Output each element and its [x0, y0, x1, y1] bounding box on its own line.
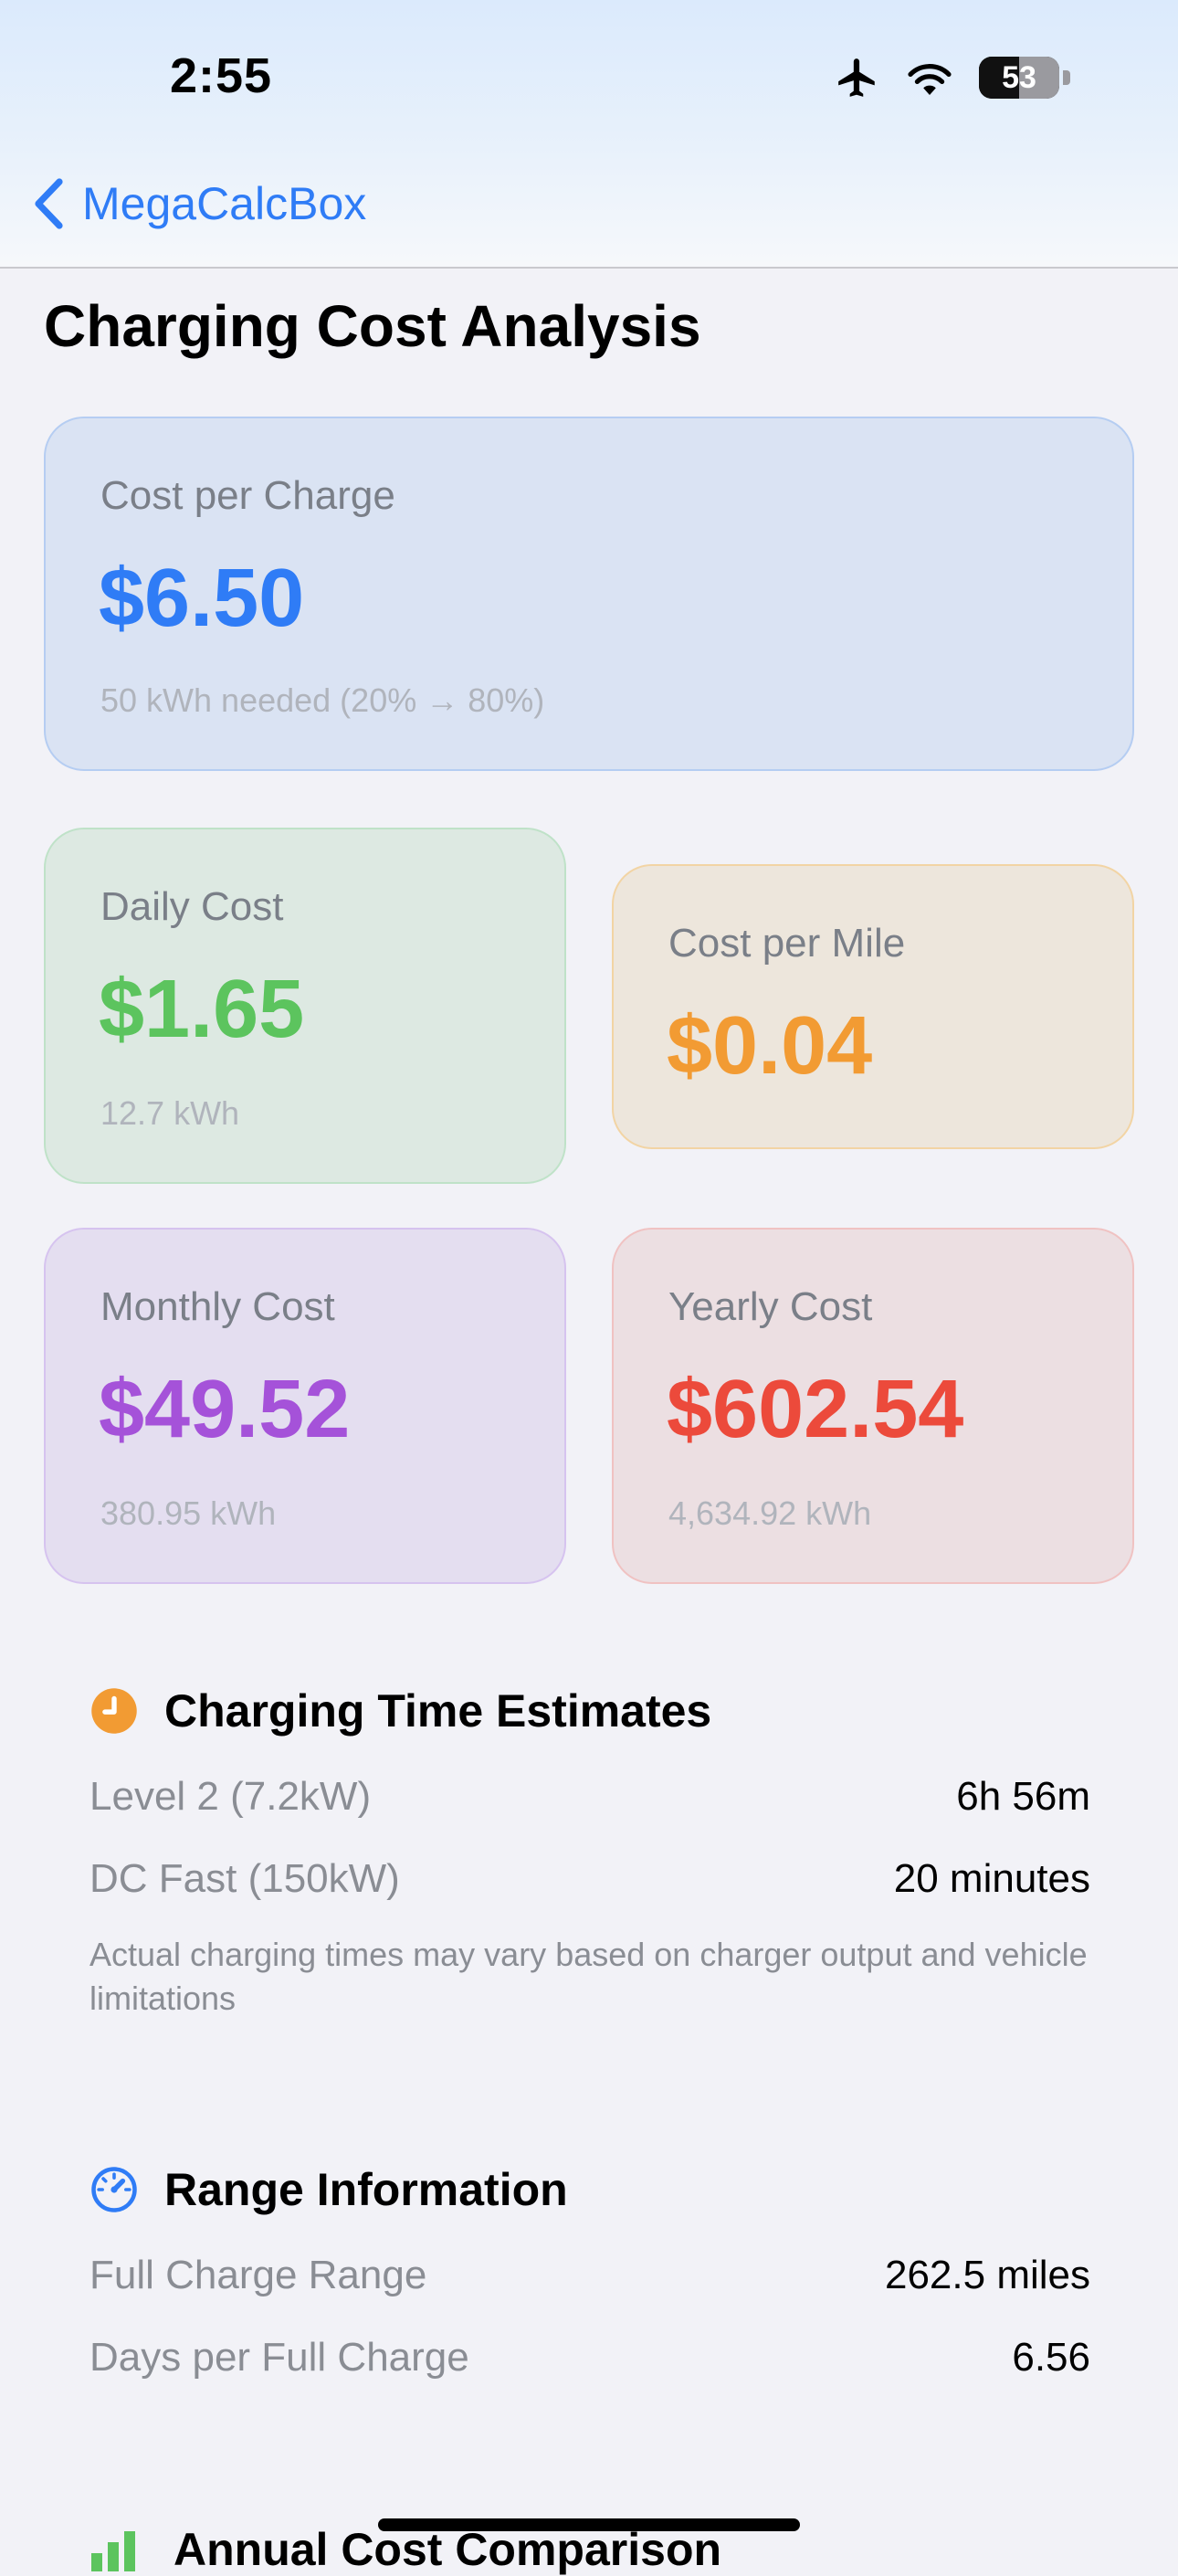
monthly-cost-card: Monthly Cost $49.52 380.95 kWh: [44, 1228, 566, 1584]
card-subtext: 380.95 kWh: [100, 1494, 277, 1532]
bar-chart-icon: [91, 2531, 135, 2571]
card-value: $49.52: [99, 1364, 351, 1455]
back-button[interactable]: MegaCalcBox: [33, 177, 366, 230]
battery-cap: [1063, 70, 1070, 85]
row-value: 20 minutes: [893, 1856, 1090, 1901]
row-label: Full Charge Range: [89, 2253, 427, 2297]
card-label: Yearly Cost: [668, 1284, 873, 1329]
card-value: $6.50: [99, 553, 305, 644]
info-row: DC Fast (150kW) 20 minutes: [89, 1856, 1090, 1902]
battery-icon: 53: [979, 57, 1059, 99]
card-subtext: 12.7 kWh: [100, 1094, 240, 1132]
info-row: Level 2 (7.2kW) 6h 56m: [89, 1774, 1090, 1820]
row-label: Level 2 (7.2kW): [89, 1774, 372, 1819]
speedometer-icon: [91, 2167, 137, 2212]
cost-per-charge-card: Cost per Charge $6.50 50 kWh needed (20%…: [44, 417, 1134, 771]
row-label: DC Fast (150kW): [89, 1856, 400, 1901]
card-value: $1.65: [99, 964, 305, 1055]
row-value: 6h 56m: [956, 1774, 1090, 1819]
row-label: Days per Full Charge: [89, 2335, 469, 2380]
home-indicator: [378, 2518, 800, 2531]
range-info-header: Range Information: [89, 2163, 568, 2216]
navigation-header: 2:55 53 MegaCalcBox: [0, 0, 1178, 269]
page-title: Charging Cost Analysis: [44, 293, 701, 359]
battery-percentage: 53: [1002, 59, 1036, 95]
wifi-icon: [908, 64, 952, 95]
charging-time-note: Actual charging times may vary based on …: [89, 1936, 1088, 2017]
section-title: Range Information: [164, 2164, 568, 2215]
info-row: Days per Full Charge 6.56: [89, 2335, 1090, 2381]
row-value: 6.56: [1012, 2335, 1090, 2380]
section-title: Charging Time Estimates: [164, 1685, 712, 1737]
status-time: 2:55: [170, 48, 273, 103]
card-label: Monthly Cost: [100, 1284, 335, 1329]
back-button-label: MegaCalcBox: [82, 178, 367, 229]
row-value: 262.5 miles: [884, 2253, 1090, 2297]
card-label: Cost per Charge: [100, 473, 395, 518]
charging-time-header: Charging Time Estimates: [89, 1684, 711, 1737]
card-value: $602.54: [667, 1364, 964, 1455]
card-value: $0.04: [667, 1000, 873, 1092]
chevron-left-icon: [35, 178, 63, 229]
card-label: Daily Cost: [100, 884, 284, 929]
yearly-cost-card: Yearly Cost $602.54 4,634.92 kWh: [612, 1228, 1134, 1584]
card-label: Cost per Mile: [668, 921, 906, 966]
card-subtext: 50 kWh needed (20% → 80%): [100, 681, 545, 719]
info-row: Full Charge Range 262.5 miles: [89, 2253, 1090, 2298]
cost-per-mile-card: Cost per Mile $0.04: [612, 864, 1134, 1149]
card-subtext: 4,634.92 kWh: [668, 1494, 872, 1532]
airplane-icon: [838, 58, 875, 97]
daily-cost-card: Daily Cost $1.65 12.7 kWh: [44, 828, 566, 1184]
status-icons: 53: [835, 55, 1070, 100]
clock-icon: [91, 1688, 137, 1734]
